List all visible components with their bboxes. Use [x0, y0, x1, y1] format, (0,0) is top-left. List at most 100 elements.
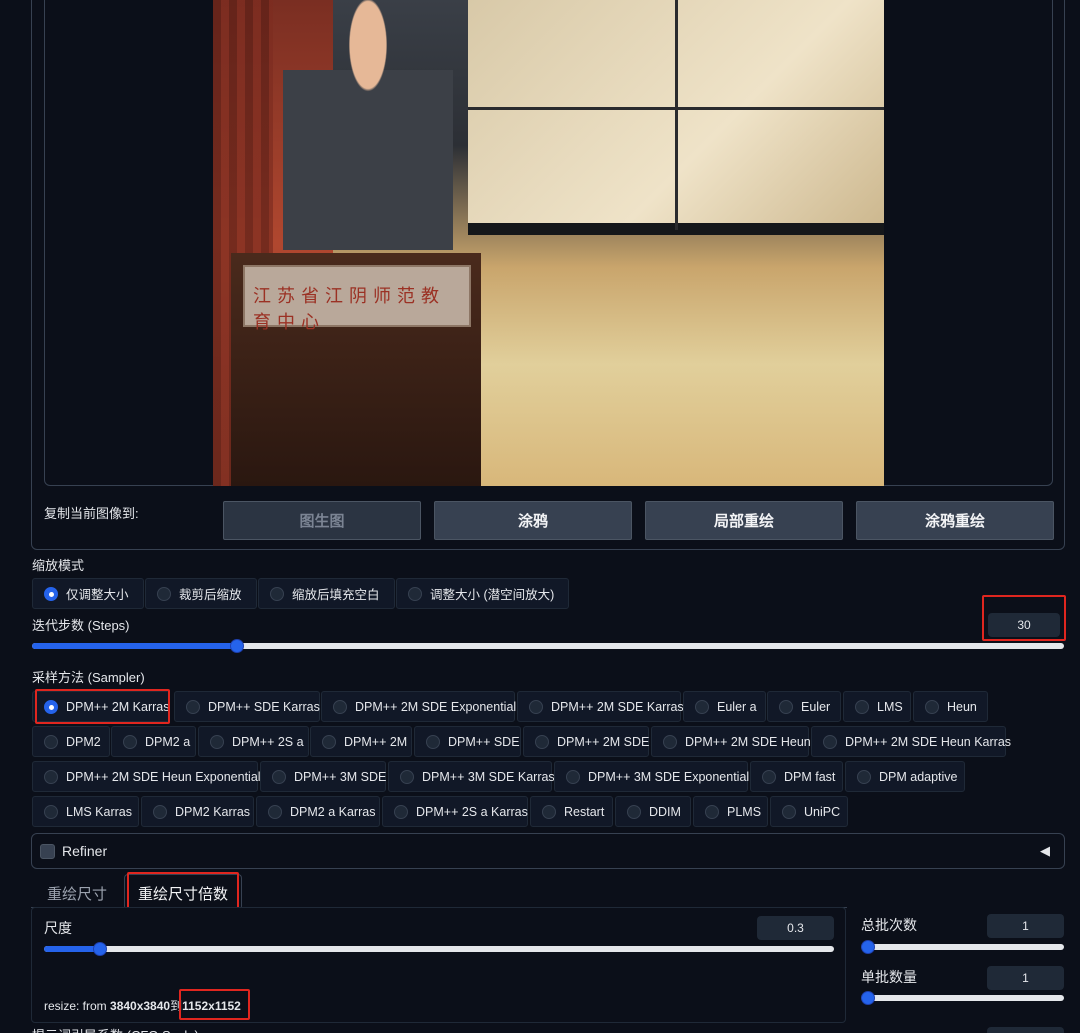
sampler-option[interactable]: DPM++ 3M SDE Exponential: [554, 761, 749, 792]
sampler-option[interactable]: DPM++ 2M SDE Heun: [651, 726, 811, 757]
radio-icon: [857, 769, 871, 784]
sampler-option-label: Euler a: [717, 699, 757, 714]
sampler-option[interactable]: DPM++ SDE Karras: [174, 691, 320, 722]
sampler-option-label: DPM adaptive: [879, 769, 958, 784]
sampler-option[interactable]: DPM++ 2S a: [198, 726, 309, 757]
resize-mode-option-label: 缩放后填充空白: [292, 588, 380, 602]
resize-mode-option[interactable]: 调整大小 (潜空间放大): [396, 578, 569, 609]
sampler-option[interactable]: DPM2 a Karras: [256, 796, 380, 827]
send-to-img2img-button[interactable]: 图生图: [223, 501, 421, 540]
batch-size-slider[interactable]: [861, 995, 1064, 1001]
sampler-option[interactable]: DPM++ 2M SDE: [523, 726, 649, 757]
refiner-label: Refiner: [62, 843, 108, 859]
collapse-arrow-icon[interactable]: ◀: [1040, 843, 1050, 859]
radio-icon: [394, 804, 408, 819]
sampler-option[interactable]: DPM2 Karras: [141, 796, 254, 827]
sampler-option-label: DPM2 a: [145, 734, 191, 749]
sampler-option[interactable]: UniPC: [770, 796, 848, 827]
sampler-option[interactable]: DPM fast: [750, 761, 843, 792]
sampler-option[interactable]: LMS: [843, 691, 911, 722]
sampler-option-label: DPM++ 2M: [344, 734, 408, 749]
radio-icon: [400, 769, 414, 784]
sampler-option-label: DPM2 Karras: [175, 804, 251, 819]
sampler-option-label: DPM++ 2M SDE Heun Exponential: [66, 769, 261, 784]
send-to-sketch-button[interactable]: 涂鸦: [434, 501, 632, 540]
tab-resize-to[interactable]: 重绘尺寸: [47, 883, 107, 904]
sampler-option-label: DPM2: [66, 734, 101, 749]
refiner-accordion[interactable]: [31, 833, 1065, 869]
radio-icon: [627, 804, 641, 819]
scale-slider-thumb[interactable]: [93, 942, 107, 956]
sampler-option[interactable]: Restart: [530, 796, 613, 827]
steps-label: 迭代步数 (Steps): [32, 618, 130, 633]
highlight-box: [179, 989, 250, 1020]
output-image[interactable]: 江苏省江阴师范教育中心: [213, 0, 884, 486]
copy-to-label: 复制当前图像到:: [44, 506, 139, 521]
sampler-option[interactable]: DPM++ 2M: [310, 726, 412, 757]
sampler-option-label: DPM fast: [784, 769, 836, 784]
radio-icon: [333, 699, 347, 714]
radio-icon: [695, 699, 709, 714]
sampler-option[interactable]: DDIM: [615, 796, 691, 827]
sampler-option[interactable]: DPM++ 2M SDE Heun Karras: [811, 726, 1011, 757]
scale-slider[interactable]: [44, 946, 834, 952]
radio-icon: [157, 586, 171, 601]
radio-icon: [44, 734, 58, 749]
sampler-option-label: Euler: [801, 699, 831, 714]
sampler-option[interactable]: PLMS: [693, 796, 768, 827]
sampler-option-label: DPM++ 2M SDE Heun Karras: [845, 734, 1012, 749]
radio-icon: [268, 804, 282, 819]
sampler-option-label: DPM2 a Karras: [290, 804, 376, 819]
resize-mode-label: 缩放模式: [32, 558, 85, 573]
sampler-option[interactable]: DPM++ 3M SDE: [260, 761, 386, 792]
resize-mode-option-label: 调整大小 (潜空间放大): [430, 588, 555, 602]
sampler-option[interactable]: LMS Karras: [32, 796, 139, 827]
resize-mode-option[interactable]: 裁剪后缩放: [145, 578, 257, 609]
sampler-option-label: UniPC: [804, 804, 841, 819]
sampler-option[interactable]: Euler a: [683, 691, 766, 722]
send-to-inpaint-sketch-button[interactable]: 涂鸦重绘: [856, 501, 1054, 540]
refiner-checkbox[interactable]: [40, 844, 55, 859]
radio-icon: [186, 699, 200, 714]
batch-count-slider[interactable]: [861, 944, 1064, 950]
sampler-option[interactable]: DPM++ 2M SDE Heun Exponential: [32, 761, 261, 792]
sampler-option[interactable]: Euler: [767, 691, 841, 722]
radio-icon: [44, 804, 58, 819]
send-to-inpaint-button[interactable]: 局部重绘: [645, 501, 843, 540]
highlight-box: [35, 689, 170, 724]
sampler-option[interactable]: DPM++ SDE: [414, 726, 521, 757]
sampler-option[interactable]: DPM adaptive: [845, 761, 965, 792]
radio-icon: [153, 804, 167, 819]
sampler-option[interactable]: DPM++ 2M SDE Exponential: [321, 691, 516, 722]
radio-icon: [779, 699, 793, 714]
batch-size-slider-thumb[interactable]: [861, 991, 875, 1005]
resize-mode-option[interactable]: 缩放后填充空白: [258, 578, 395, 609]
sampler-option-label: Restart: [564, 804, 605, 819]
batch-count-slider-thumb[interactable]: [861, 940, 875, 954]
batch-size-input[interactable]: 1: [987, 966, 1064, 990]
radio-icon: [44, 769, 58, 784]
steps-slider-thumb[interactable]: [230, 639, 244, 653]
sampler-option-label: LMS Karras: [66, 804, 132, 819]
sampler-option-label: DPM++ 2M SDE: [557, 734, 650, 749]
resize-mode-option[interactable]: 仅调整大小: [32, 578, 144, 609]
cfg-scale-input[interactable]: [987, 1027, 1064, 1033]
sampler-option[interactable]: DPM++ 3M SDE Karras: [388, 761, 555, 792]
sampler-option-label: LMS: [877, 699, 903, 714]
photo-plaque-text: 江苏省江阴师范教育中心: [253, 286, 445, 333]
radio-icon: [535, 734, 549, 749]
sampler-option-label: DPM++ SDE Karras: [208, 699, 320, 714]
sampler-option[interactable]: DPM2: [32, 726, 110, 757]
sampler-option[interactable]: Heun: [913, 691, 988, 722]
radio-icon: [782, 804, 796, 819]
sampler-option[interactable]: DPM++ 2M SDE Karras: [517, 691, 684, 722]
resize-info-from: 3840x3840: [110, 999, 171, 1013]
sampler-option[interactable]: DPM2 a: [111, 726, 196, 757]
sampler-option[interactable]: DPM++ 2S a Karras: [382, 796, 528, 827]
scale-input[interactable]: 0.3: [757, 916, 834, 940]
highlight-box: [127, 872, 239, 911]
sampler-option-label: DDIM: [649, 804, 681, 819]
batch-count-input[interactable]: 1: [987, 914, 1064, 938]
radio-icon: [925, 699, 939, 714]
radio-icon: [566, 769, 580, 784]
